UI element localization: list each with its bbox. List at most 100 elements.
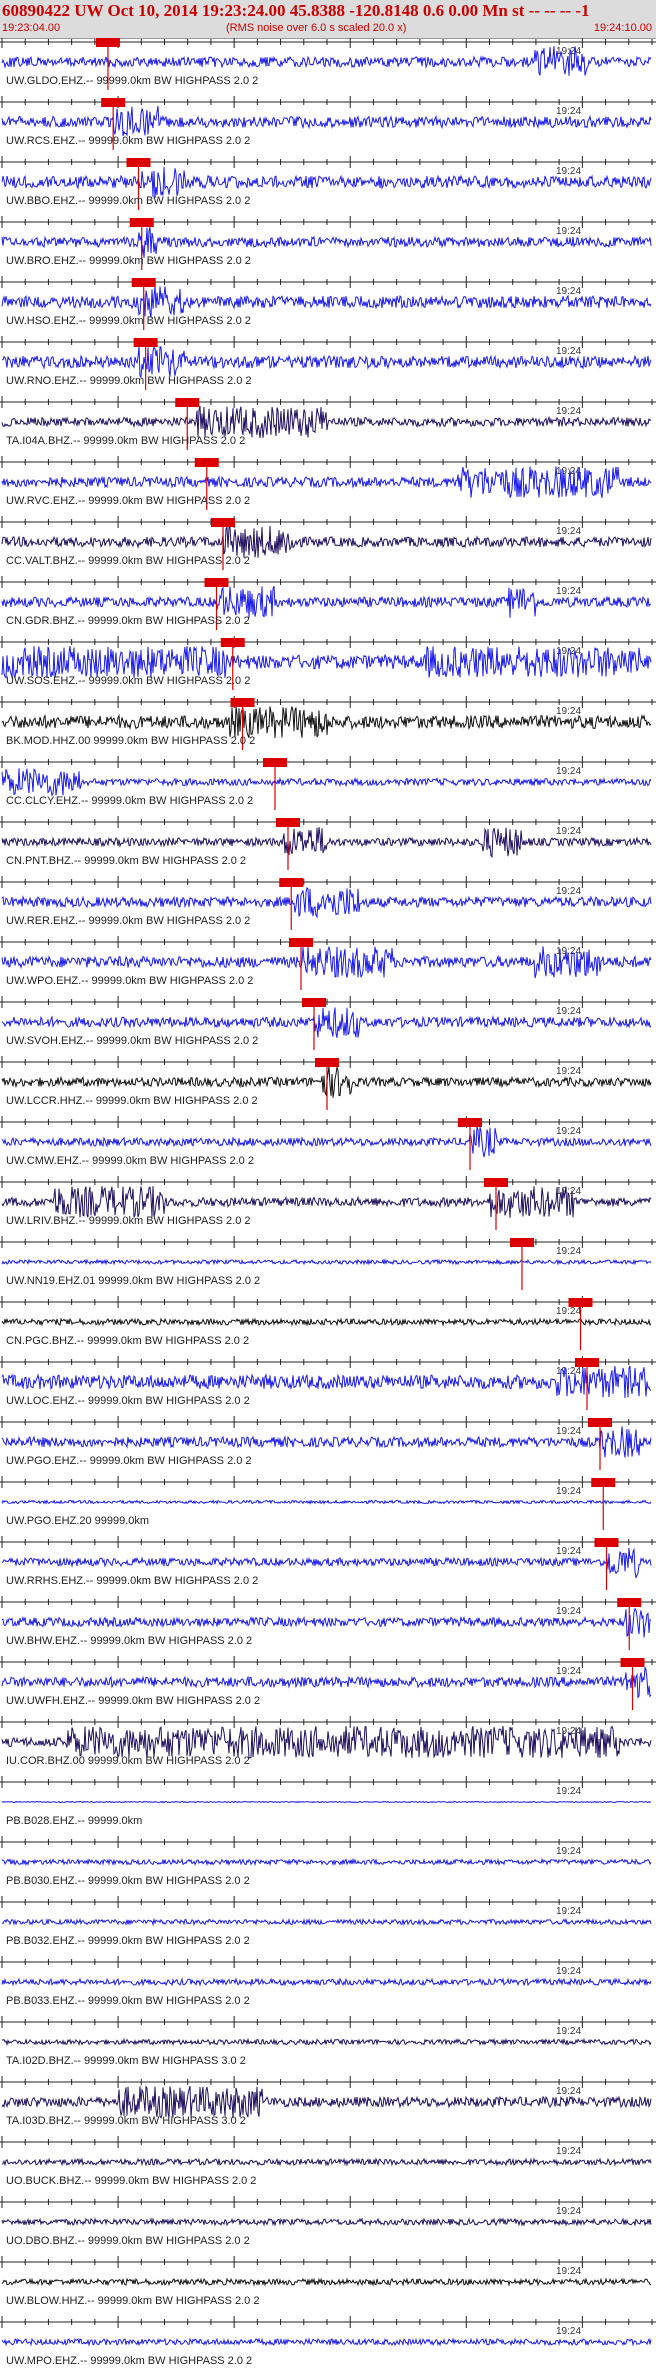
waveform bbox=[1, 286, 652, 318]
seismogram-plot: 19:24 UW.GLDO.EHZ.-- 99999.0km BW HIGHPAS… bbox=[0, 38, 656, 2367]
station-label: UW.UWFH.EHZ.-- 99999.0km BW HIGHPASS 2.0… bbox=[6, 1695, 260, 1707]
trace-row: 19:24 UW.PGO.EHZ.20 99999.0km bbox=[0, 1476, 656, 1530]
trace-row: 19:24 PB.B033.EHZ.-- 99999.0km BW HIGHPAS… bbox=[0, 1956, 656, 2007]
waveform bbox=[1, 1258, 652, 1266]
pick-marker bbox=[289, 938, 313, 947]
waveform bbox=[1, 2277, 652, 2287]
station-label: UW.RER.EHZ.-- 99999.0km BW HIGHPASS 2.0 … bbox=[6, 915, 250, 927]
pick-marker bbox=[575, 1358, 599, 1367]
station-label: UW.LRIV.BHZ.-- 99999.0km BW HIGHPASS 2.0… bbox=[6, 1215, 251, 1227]
trace-row: 19:24 CN.GDR.BHZ.-- 99999.0km BW HIGHPASS… bbox=[0, 576, 656, 630]
minute-tick-label: 19:24 bbox=[556, 226, 581, 237]
trace-row: 19:24 CN.PGC.BHZ.-- 99999.0km BW HIGHPASS… bbox=[0, 1296, 656, 1350]
minute-tick-label: 19:24 bbox=[556, 1906, 581, 1917]
waveform bbox=[1, 1126, 652, 1158]
waveform bbox=[1, 525, 652, 558]
pick-marker bbox=[591, 1478, 616, 1487]
minute-tick-label: 19:24 bbox=[556, 586, 581, 597]
trace-row: 19:24 CC.CLCY.EHZ.-- 99999.0km BW HIGHPAS… bbox=[0, 756, 656, 810]
trace-row: 19:24 UO.DBO.BHZ.-- 99999.0km BW HIGHPASS… bbox=[0, 2196, 656, 2247]
pick-marker bbox=[279, 878, 304, 887]
trace-row: 19:24 UW.RRHS.EHZ.-- 99999.0km BW HIGHPAS… bbox=[0, 1536, 656, 1590]
waveform bbox=[1, 1317, 652, 1327]
minute-tick-label: 19:24 bbox=[556, 766, 581, 777]
minute-tick-label: 19:24 bbox=[556, 1426, 581, 1437]
pick-marker bbox=[194, 458, 219, 467]
trace-row: 19:24 CC.VALT.BHZ.-- 99999.0km BW HIGHPAS… bbox=[0, 516, 656, 570]
minute-tick-label: 19:24 bbox=[556, 826, 581, 837]
waveform bbox=[1, 886, 652, 919]
trace-row: 19:24UW.SOS.EHZ.-- 99999.0km BW HIGHPASS… bbox=[0, 636, 656, 690]
station-label: UW.WPO.EHZ.-- 99999.0km BW HIGHPASS 2.0 … bbox=[6, 975, 253, 987]
pick-marker bbox=[211, 518, 235, 527]
minute-tick-label: 19:24 bbox=[556, 1066, 581, 1077]
pick-marker bbox=[95, 38, 120, 47]
station-label: CN.GDR.BHZ.-- 99999.0km BW HIGHPASS 2.0 … bbox=[6, 615, 250, 627]
minute-tick-label: 19:24 bbox=[556, 706, 581, 717]
waveform bbox=[2, 345, 652, 379]
waveform bbox=[1, 405, 652, 438]
station-label: UW.PGO.EHZ.20 99999.0km bbox=[6, 1515, 149, 1527]
trace-row: 19:24 TA.I03D.BHZ.-- 99999.0km BW HIGHPAS… bbox=[0, 2076, 656, 2127]
minute-tick-label: 19:24 bbox=[556, 406, 581, 417]
minute-tick-label: 19:24 bbox=[556, 1126, 581, 1137]
pick-marker bbox=[484, 1178, 508, 1187]
waveform bbox=[1, 2037, 652, 2047]
trace-row: 19:24 UW.MPO.EHZ.-- 99999.0km BW HIGHPASS… bbox=[0, 2316, 656, 2367]
noise-subtitle: (RMS noise over 6.0 s scaled 20.0 x) bbox=[226, 22, 407, 34]
trace-row: 19:24 UW.CMW.EHZ.-- 99999.0km BW HIGHPASS… bbox=[0, 1116, 656, 1170]
station-label: UW.BLOW.HHZ.-- 99999.0km BW HIGHPASS 2.0… bbox=[6, 2295, 259, 2307]
minute-tick-label: 19:24 bbox=[556, 1546, 581, 1557]
pick-marker bbox=[594, 1538, 619, 1547]
pick-marker bbox=[510, 1238, 534, 1247]
trace-row: 19:24 UO.BUCK.BHZ.-- 99999.0km BW HIGHPAS… bbox=[0, 2136, 656, 2187]
station-label: TA.I04A.BHZ.-- 99999.0km BW HIGHPASS 2.0… bbox=[6, 435, 245, 447]
waveform bbox=[1, 1426, 652, 1458]
waveform bbox=[1, 466, 652, 499]
station-label: PB.B033.EHZ.-- 99999.0km BW HIGHPASS 2.0… bbox=[6, 1995, 250, 2007]
station-label: UO.DBO.BHZ.-- 99999.0km BW HIGHPASS 2.0 … bbox=[6, 2235, 250, 2247]
station-label: UW.RCS.EHZ.-- 99999.0km BW HIGHPASS 2.0 … bbox=[6, 135, 250, 147]
pick-marker bbox=[129, 218, 154, 227]
trace-row: 19:24 UW.PGO.EHZ.-- 99999.0km BW HIGHPASS… bbox=[0, 1416, 656, 1470]
trace-row: 19:24 UW.SVOH.EHZ.-- 99999.0km BW HIGHPAS… bbox=[0, 996, 656, 1050]
trace-row: 19:24 UW.BBO.EHZ.-- 99999.0km BW HIGHPASS… bbox=[0, 156, 656, 210]
trace-row: 19:24 UW.RER.EHZ.-- 99999.0km BW HIGHPASS… bbox=[0, 876, 656, 930]
pick-marker bbox=[315, 1058, 339, 1067]
trace-row: 19:24 UW.RNO.EHZ.-- 99999.0km BW HIGHPASS… bbox=[0, 336, 656, 390]
trace-row: 19:24 UW.HSO.EHZ.-- 99999.0km BW HIGHPASS… bbox=[0, 276, 656, 330]
pick-marker bbox=[175, 398, 200, 407]
station-label: UW.MPO.EHZ.-- 99999.0km BW HIGHPASS 2.0 … bbox=[6, 2355, 252, 2367]
minute-tick-label: 19:24 bbox=[556, 106, 581, 117]
pick-marker bbox=[620, 1658, 645, 1667]
trace-row: 19:24UW.LRIV.BHZ.-- 99999.0km BW HIGHPAS… bbox=[0, 1176, 656, 1230]
station-label: CC.VALT.BHZ.-- 99999.0km BW HIGHPASS 2.0… bbox=[6, 555, 250, 567]
minute-tick-label: 19:24 bbox=[556, 2026, 581, 2037]
trace-row: 19:24 UW.UWFH.EHZ.-- 99999.0km BW HIGHPAS… bbox=[0, 1656, 656, 1710]
minute-tick-label: 19:24 bbox=[556, 166, 581, 177]
station-label: TA.I02D.BHZ.-- 99999.0km BW HIGHPASS 3.0… bbox=[6, 2055, 246, 2067]
pick-marker bbox=[263, 758, 287, 767]
minute-tick-label: 19:24 bbox=[556, 346, 581, 357]
station-label: UW.BRO.EHZ.-- 99999.0km BW HIGHPASS 2.0 … bbox=[6, 255, 251, 267]
trace-row: 19:24 PB.B032.EHZ.-- 99999.0km BW HIGHPAS… bbox=[0, 1896, 656, 1947]
station-label: UW.GLDO.EHZ.-- 99999.0km BW HIGHPASS 2.0… bbox=[6, 75, 258, 87]
pick-marker bbox=[126, 158, 151, 167]
station-label: UW.CMW.EHZ.-- 99999.0km BW HIGHPASS 2.0 … bbox=[6, 1155, 254, 1167]
station-label: UW.RRHS.EHZ.-- 99999.0km BW HIGHPASS 2.0… bbox=[6, 1575, 258, 1587]
waveform bbox=[1, 1547, 652, 1579]
trace-row: 19:24 UW.RCS.EHZ.-- 99999.0km BW HIGHPASS… bbox=[0, 96, 656, 150]
waveform bbox=[1, 166, 652, 198]
station-label: IU.COR.BHZ.00 99999.0km BW HIGHPASS 2.0 … bbox=[6, 1755, 250, 1767]
minute-tick-label: 19:24 bbox=[556, 886, 581, 897]
waveform bbox=[1, 768, 652, 797]
pick-marker bbox=[204, 578, 229, 587]
minute-tick-label: 19:24 bbox=[556, 1246, 581, 1257]
minute-tick-label: 19:24 bbox=[556, 1486, 581, 1497]
trace-row: 19:24UW.WPO.EHZ.-- 99999.0km BW HIGHPASS… bbox=[0, 936, 656, 990]
pick-marker bbox=[588, 1418, 612, 1427]
waveform bbox=[1, 1977, 652, 1987]
waveform bbox=[1, 46, 652, 76]
station-label: PB.B032.EHZ.-- 99999.0km BW HIGHPASS 2.0… bbox=[6, 1935, 250, 1947]
waveform bbox=[1, 1007, 652, 1038]
